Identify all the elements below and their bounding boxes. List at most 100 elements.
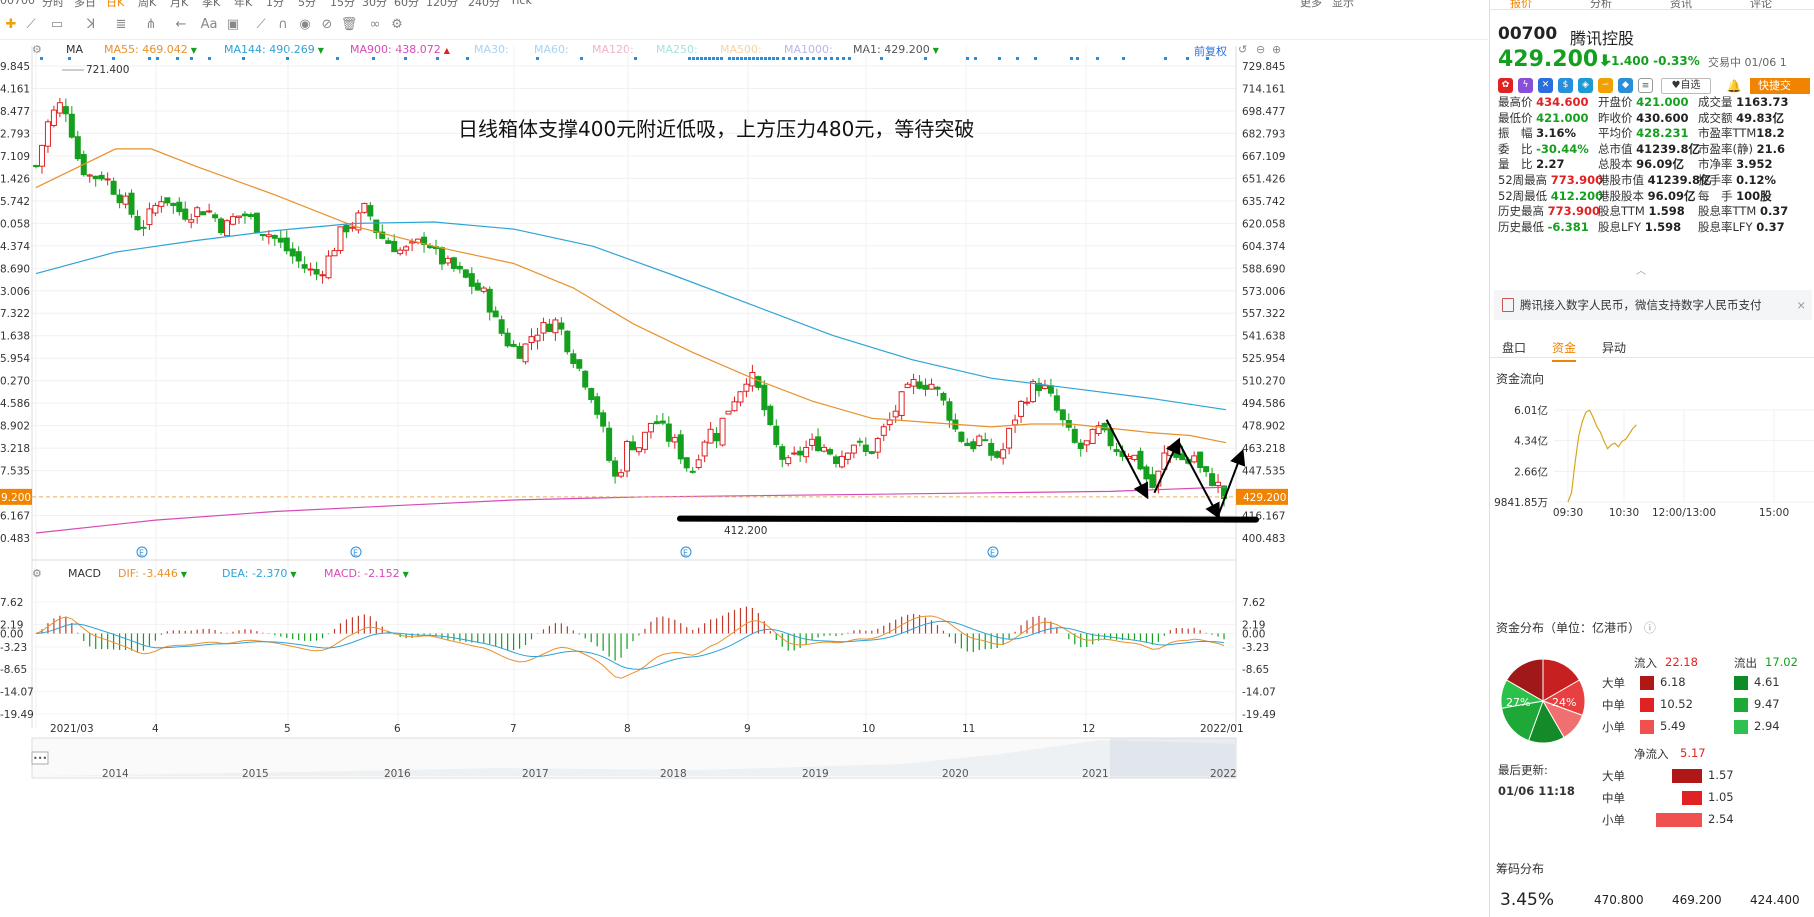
event-dot[interactable] [704, 57, 707, 60]
eye-icon[interactable]: ◉ [296, 16, 314, 34]
trend-arrow[interactable] [1153, 437, 1181, 494]
candle-body[interactable] [635, 447, 642, 453]
hide-icon[interactable]: ⊘ [318, 16, 336, 34]
candle-body[interactable] [325, 255, 332, 279]
candle-body[interactable] [456, 265, 463, 270]
candle-body[interactable] [86, 174, 93, 177]
comment-icon[interactable]: ▣ [224, 16, 242, 34]
candle-body[interactable] [612, 460, 619, 477]
candle-body[interactable] [504, 332, 511, 347]
candle-body[interactable] [576, 359, 583, 369]
add-watchlist-button[interactable]: ♥自选 [1661, 78, 1711, 94]
candle-body[interactable] [785, 457, 792, 465]
candle-body[interactable] [671, 436, 678, 443]
event-dot[interactable] [782, 57, 785, 60]
candle-body[interactable] [122, 195, 129, 205]
candle-body[interactable] [1018, 400, 1025, 417]
candle-body[interactable] [38, 144, 45, 167]
event-dot[interactable] [176, 57, 179, 60]
lightning-icon[interactable]: ϟ [1518, 78, 1533, 93]
quote-tab[interactable]: 资讯 [1670, 0, 1692, 9]
candle-body[interactable] [1029, 381, 1036, 403]
candle-body[interactable] [1089, 428, 1096, 445]
candle-body[interactable] [1215, 481, 1222, 487]
period-item[interactable]: 分时 [42, 0, 64, 10]
event-dot[interactable] [1164, 57, 1167, 60]
candle-body[interactable] [743, 383, 750, 392]
arrow-tool-icon[interactable]: ← [172, 16, 190, 34]
event-dot[interactable] [1096, 57, 1099, 60]
period-item[interactable]: 多日 [74, 0, 96, 10]
event-dot[interactable] [752, 57, 755, 60]
candle-body[interactable] [761, 384, 768, 411]
event-dot[interactable] [404, 57, 407, 60]
candle-body[interactable] [140, 226, 147, 229]
event-dot[interactable] [744, 57, 747, 60]
event-dot[interactable] [68, 57, 71, 60]
trash-icon[interactable]: 🗑 [340, 16, 358, 34]
news-banner[interactable]: 腾讯接入数字人民币，微信支持数字人民币支付 × [1494, 290, 1812, 320]
candle-body[interactable] [1083, 440, 1090, 446]
quick-trade-button[interactable]: 快捷交 [1750, 78, 1810, 94]
candle-body[interactable] [158, 201, 165, 207]
candle-body[interactable] [677, 434, 684, 460]
event-dot[interactable] [696, 57, 699, 60]
candle-body[interactable] [970, 441, 977, 450]
sub-tab[interactable]: 盘口 [1502, 339, 1526, 356]
candle-body[interactable] [982, 439, 989, 442]
candle-body[interactable] [50, 109, 57, 126]
period-item[interactable]: 周K [138, 0, 156, 10]
candle-body[interactable] [767, 405, 774, 426]
candle-body[interactable] [988, 443, 995, 456]
period-item[interactable]: 季K [202, 0, 220, 10]
help-icon[interactable]: ⓘ [1644, 621, 1656, 635]
candle-body[interactable] [44, 121, 51, 147]
candle-body[interactable] [803, 447, 810, 458]
candle-body[interactable] [916, 381, 923, 389]
candle-body[interactable] [343, 225, 350, 233]
event-dot[interactable] [842, 57, 845, 60]
candle-body[interactable] [534, 334, 541, 342]
period-item[interactable]: 月K [170, 0, 188, 10]
candle-body[interactable] [206, 210, 213, 213]
event-dot[interactable] [800, 57, 803, 60]
fork-tool-icon[interactable]: ꓘ [82, 16, 100, 34]
event-dot[interactable] [756, 57, 759, 60]
candle-body[interactable] [725, 410, 732, 415]
candle-body[interactable] [1209, 473, 1216, 486]
candle-body[interactable] [570, 353, 577, 365]
candle-body[interactable] [307, 268, 314, 271]
badge-icon[interactable]: ◈ [1578, 78, 1593, 93]
candle-body[interactable] [880, 426, 887, 436]
period-item[interactable]: 5分 [298, 0, 316, 10]
period-item[interactable]: 240分 [468, 0, 500, 10]
event-dot[interactable] [692, 57, 695, 60]
candle-body[interactable] [259, 234, 266, 237]
candle-body[interactable] [695, 459, 702, 469]
candle-body[interactable] [265, 234, 272, 238]
candle-body[interactable] [683, 457, 690, 469]
event-dot[interactable] [208, 57, 211, 60]
support-line[interactable] [677, 515, 1259, 523]
candle-body[interactable] [1149, 474, 1156, 488]
candle-body[interactable] [230, 216, 237, 225]
event-dot[interactable] [712, 57, 715, 60]
candle-body[interactable] [295, 251, 302, 262]
period-item[interactable]: 年K [234, 0, 252, 10]
candle-body[interactable] [409, 241, 416, 244]
candle-body[interactable] [1179, 453, 1186, 461]
event-dot[interactable] [1070, 57, 1073, 60]
candle-body[interactable] [1071, 428, 1078, 443]
candle-body[interactable] [994, 451, 1001, 458]
event-dot[interactable] [806, 57, 809, 60]
candle-body[interactable] [277, 237, 284, 243]
candle-body[interactable] [462, 269, 469, 278]
event-dot[interactable] [1076, 57, 1079, 60]
candle-body[interactable] [886, 419, 893, 426]
candle-body[interactable] [397, 249, 404, 255]
macd-legend-item[interactable]: DEA: -2.370 ▼ [222, 567, 297, 580]
candle-body[interactable] [361, 202, 368, 213]
candle-body[interactable] [1077, 442, 1084, 450]
period-item[interactable]: 120分 [426, 0, 458, 10]
event-dot[interactable] [748, 57, 751, 60]
